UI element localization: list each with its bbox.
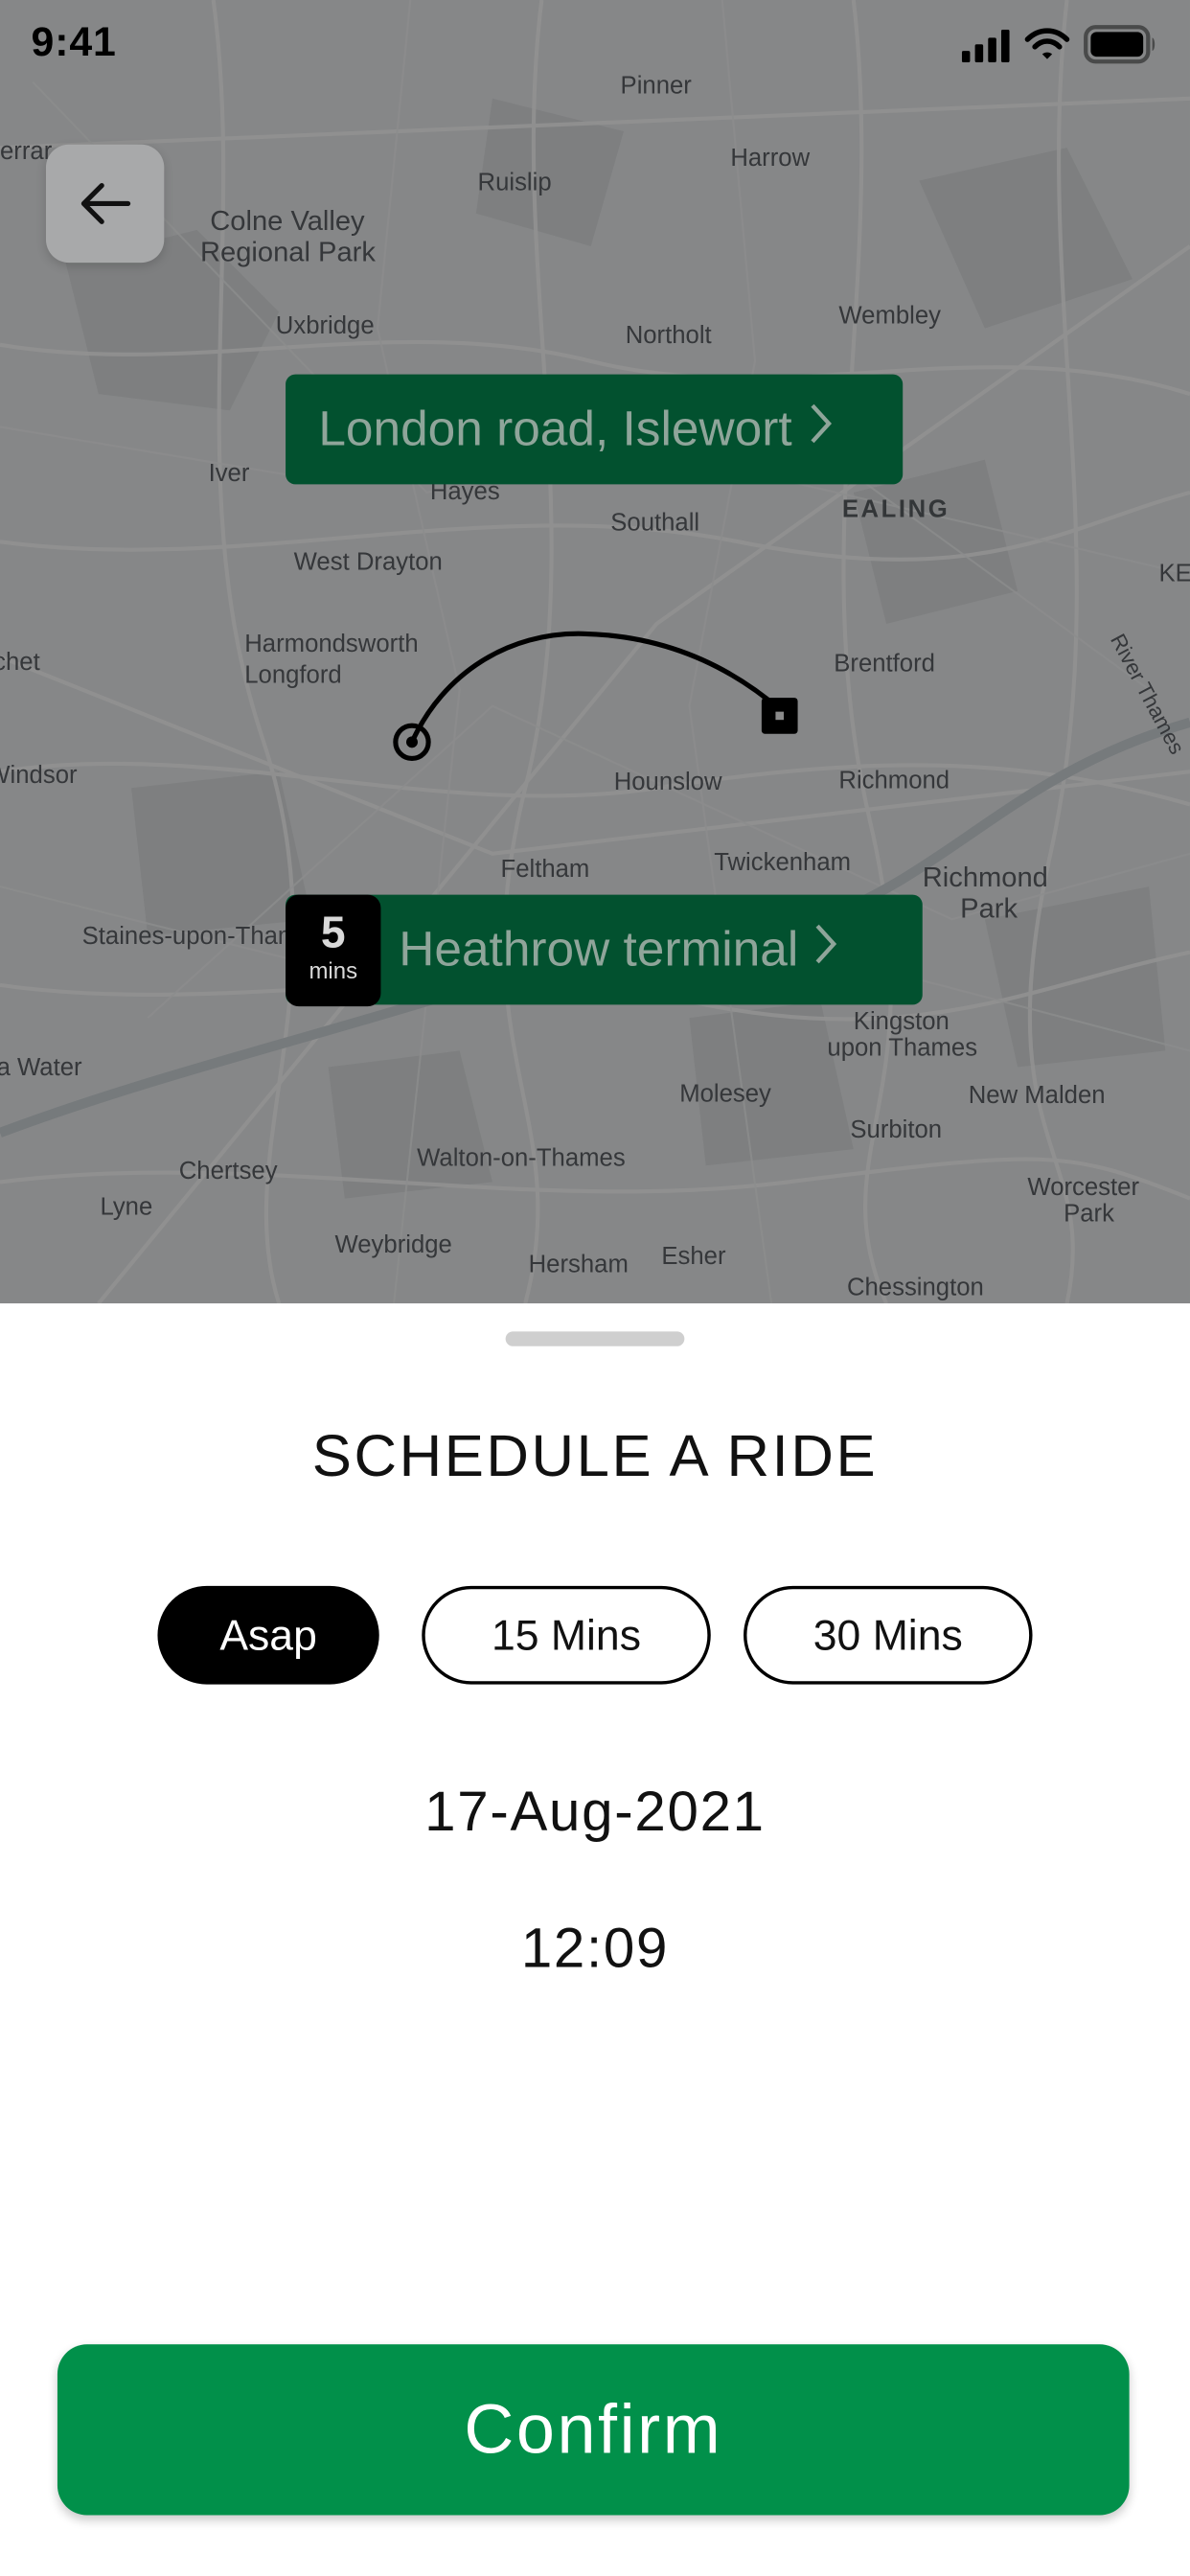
time-value[interactable]: 12:09 <box>0 1918 1190 1982</box>
wifi-icon <box>1024 28 1070 59</box>
option-30-mins-button[interactable]: 30 Mins <box>744 1585 1033 1685</box>
signal-icon <box>961 29 1010 63</box>
origin-label: London road, Islewort <box>318 401 792 456</box>
schedule-sheet: SCHEDULE A RIDE Asap 15 Mins 30 Mins 17-… <box>0 1303 1190 2576</box>
chevron-right-icon <box>809 402 832 457</box>
option-asap-button[interactable]: Asap <box>157 1585 379 1685</box>
status-bar: 9:41 <box>0 0 1190 85</box>
back-button[interactable] <box>45 144 165 264</box>
destination-pill[interactable]: Heathrow terminal <box>286 894 923 1005</box>
date-value[interactable]: 17-Aug-2021 <box>0 1782 1190 1846</box>
sheet-handle[interactable] <box>505 1331 685 1346</box>
eta-value: 5 <box>320 908 346 957</box>
eta-badge: 5 mins <box>286 894 381 1007</box>
route-path <box>393 631 798 762</box>
arrow-left-icon <box>80 183 131 224</box>
confirm-button[interactable]: Confirm <box>57 2344 1130 2516</box>
map-view[interactable]: Pinner Harrow Ruislip Colne Valley Regio… <box>0 0 1190 1304</box>
option-15-mins-button[interactable]: 15 Mins <box>422 1585 711 1685</box>
chevron-right-icon <box>814 922 837 978</box>
status-time: 9:41 <box>31 19 117 66</box>
sheet-title: SCHEDULE A RIDE <box>311 1421 879 1489</box>
eta-unit: mins <box>309 956 358 984</box>
origin-pill[interactable]: London road, Islewort <box>286 374 904 485</box>
battery-icon <box>1084 25 1156 64</box>
